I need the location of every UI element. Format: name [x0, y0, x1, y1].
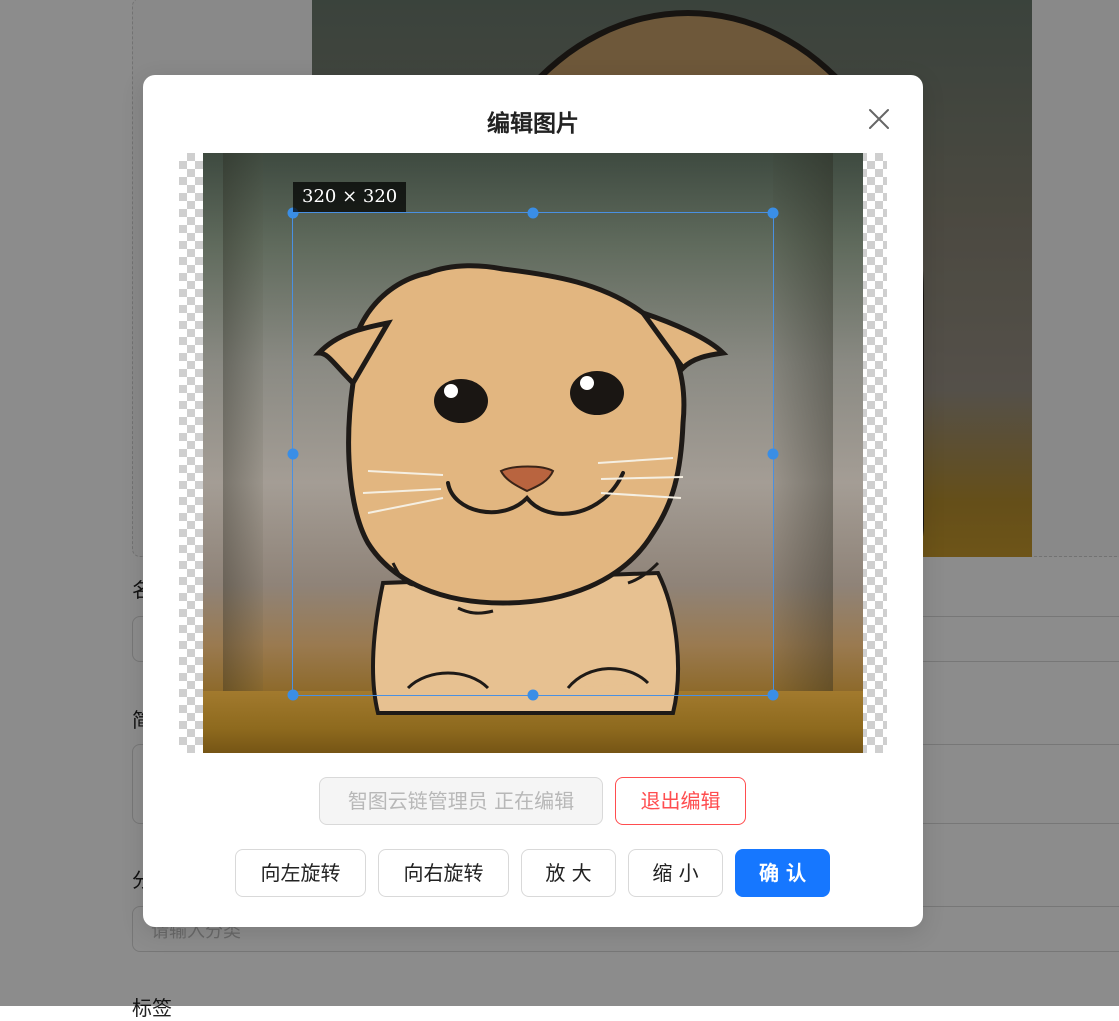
editing-status-button: 智图云链管理员 正在编辑: [319, 777, 603, 825]
crop-size-badge: 320 × 320: [293, 182, 407, 212]
crop-handle-bottom-left[interactable]: [287, 689, 299, 701]
edit-image-modal: 编辑图片 320 × 320 智图云链管理员 正在编辑 退出编辑 向左旋转 向右…: [143, 75, 923, 927]
crop-handle-left[interactable]: [287, 448, 299, 460]
zoom-in-button[interactable]: 放 大: [521, 849, 616, 897]
crop-handle-bottom[interactable]: [527, 689, 539, 701]
rotate-left-button[interactable]: 向左旋转: [235, 849, 366, 897]
crop-handle-top[interactable]: [527, 207, 539, 219]
confirm-button[interactable]: 确 认: [735, 849, 830, 897]
rotate-right-button[interactable]: 向右旋转: [378, 849, 509, 897]
crop-handle-top-right[interactable]: [767, 207, 779, 219]
exit-edit-button[interactable]: 退出编辑: [615, 777, 746, 825]
crop-handle-bottom-right[interactable]: [767, 689, 779, 701]
crop-handle-right[interactable]: [767, 448, 779, 460]
modal-title: 编辑图片: [487, 111, 579, 137]
image-cropper[interactable]: 320 × 320: [179, 153, 887, 753]
close-button[interactable]: [865, 105, 893, 133]
close-icon: [869, 109, 889, 129]
zoom-out-button[interactable]: 缩 小: [628, 849, 723, 897]
crop-box[interactable]: [287, 207, 779, 701]
